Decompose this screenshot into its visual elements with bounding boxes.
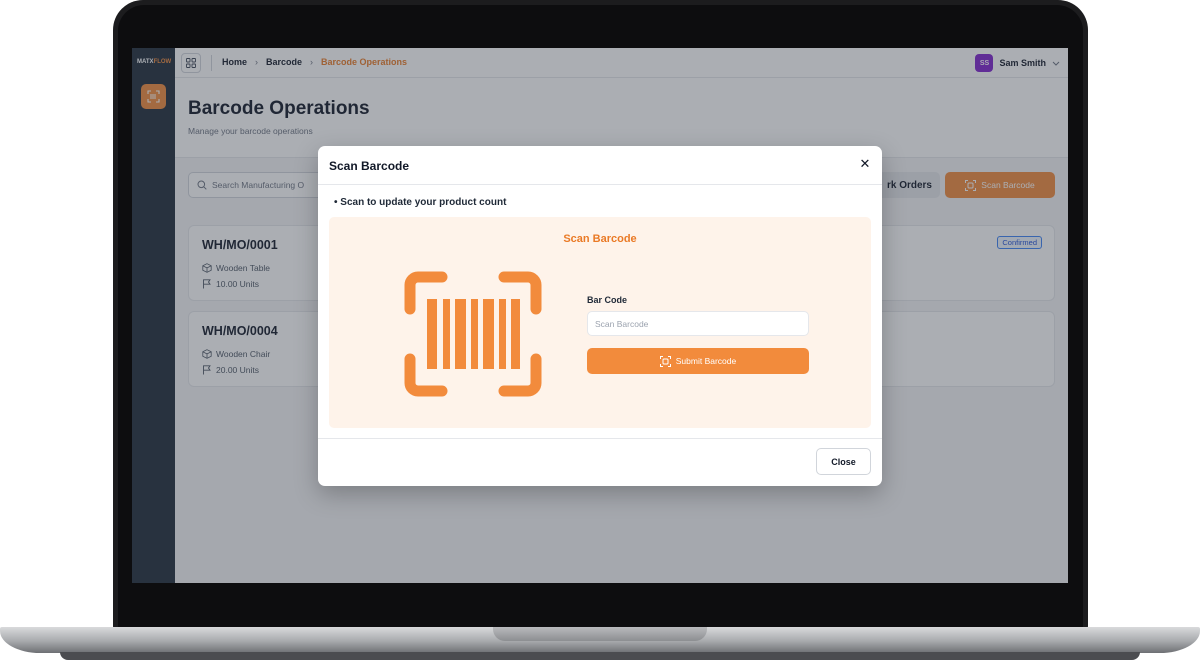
close-button[interactable]: Close: [816, 448, 871, 475]
submit-barcode-button[interactable]: Submit Barcode: [587, 348, 809, 374]
barcode-input[interactable]: [587, 311, 809, 336]
scan-panel: Scan Barcode Bar Code Scan Barcode Submi…: [329, 217, 871, 428]
laptop-hinge-notch: [493, 627, 707, 641]
modal-instruction: • Scan to update your product count: [334, 197, 507, 208]
barcode-field-label: Bar Code: [587, 295, 628, 305]
laptop-feet: [60, 652, 1140, 660]
modal-divider: [318, 184, 882, 185]
scan-icon: [659, 355, 671, 367]
barcode-illustration-icon: [404, 271, 542, 397]
modal-title: Scan Barcode: [329, 159, 410, 173]
close-icon[interactable]: ✕: [858, 157, 872, 171]
panel-title: Scan Barcode: [563, 233, 637, 245]
app-screen: MATXFLOW Home › Barcode › Barcode Operat…: [132, 48, 1068, 583]
modal-footer-divider: [318, 438, 882, 439]
scan-barcode-modal: Scan Barcode ✕ • Scan to update your pro…: [318, 146, 882, 486]
